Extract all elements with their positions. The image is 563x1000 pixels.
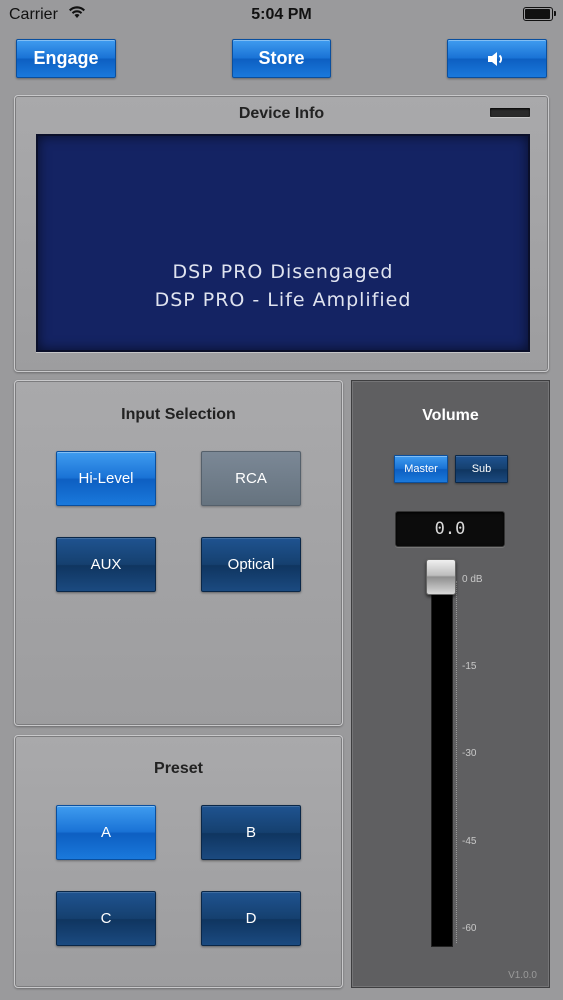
device-info-panel: Device Info DSP PRO Disengaged DSP PRO -…: [14, 95, 549, 372]
input-selection-panel: Input Selection Hi-Level RCA AUX Optical: [14, 380, 343, 726]
speaker-button[interactable]: [447, 39, 547, 78]
device-info-title: Device Info: [238, 105, 325, 122]
input-selection-title: Input Selection: [121, 406, 236, 423]
preset-a-button[interactable]: A: [56, 805, 156, 860]
scale-label: -30: [462, 748, 477, 759]
preset-panel: Preset A B C D: [14, 735, 343, 988]
volume-scale: [456, 581, 460, 943]
preset-title: Preset: [154, 760, 203, 777]
scale-label: -45: [462, 836, 477, 847]
version-label: V1.0.0: [508, 970, 537, 981]
clock: 5:04 PM: [251, 6, 312, 23]
volume-panel: Volume Master Sub 0.0 0 dB -15 -30 -45 -…: [351, 380, 550, 988]
store-button[interactable]: Store: [232, 39, 331, 78]
lcd-display: DSP PRO Disengaged DSP PRO - Life Amplif…: [36, 134, 530, 352]
preset-c-button[interactable]: C: [56, 891, 156, 946]
master-button[interactable]: Master: [394, 455, 448, 483]
lcd-line-2: DSP PRO - Life Amplified: [154, 289, 412, 311]
input-aux-button[interactable]: AUX: [56, 537, 156, 592]
volume-slider-thumb[interactable]: [426, 559, 456, 595]
scale-label: -15: [462, 661, 477, 672]
engage-button[interactable]: Engage: [16, 39, 116, 78]
battery-icon: [523, 7, 556, 21]
input-optical-button[interactable]: Optical: [201, 537, 301, 592]
preset-b-button[interactable]: B: [201, 805, 301, 860]
scale-label: 0 dB: [462, 574, 483, 585]
scale-label: -60: [462, 923, 477, 934]
battery-fill: [525, 9, 550, 19]
speaker-icon: [488, 51, 503, 66]
status-bar: Carrier 5:04 PM: [0, 0, 563, 30]
sub-button[interactable]: Sub: [455, 455, 508, 483]
volume-display: 0.0: [395, 511, 505, 547]
status-indicator: [490, 108, 530, 117]
volume-title: Volume: [422, 407, 479, 424]
input-hi-level-button[interactable]: Hi-Level: [56, 451, 156, 506]
input-rca-button[interactable]: RCA: [201, 451, 301, 506]
volume-slider-track[interactable]: [431, 581, 453, 947]
lcd-line-1: DSP PRO Disengaged: [172, 261, 394, 283]
preset-d-button[interactable]: D: [201, 891, 301, 946]
